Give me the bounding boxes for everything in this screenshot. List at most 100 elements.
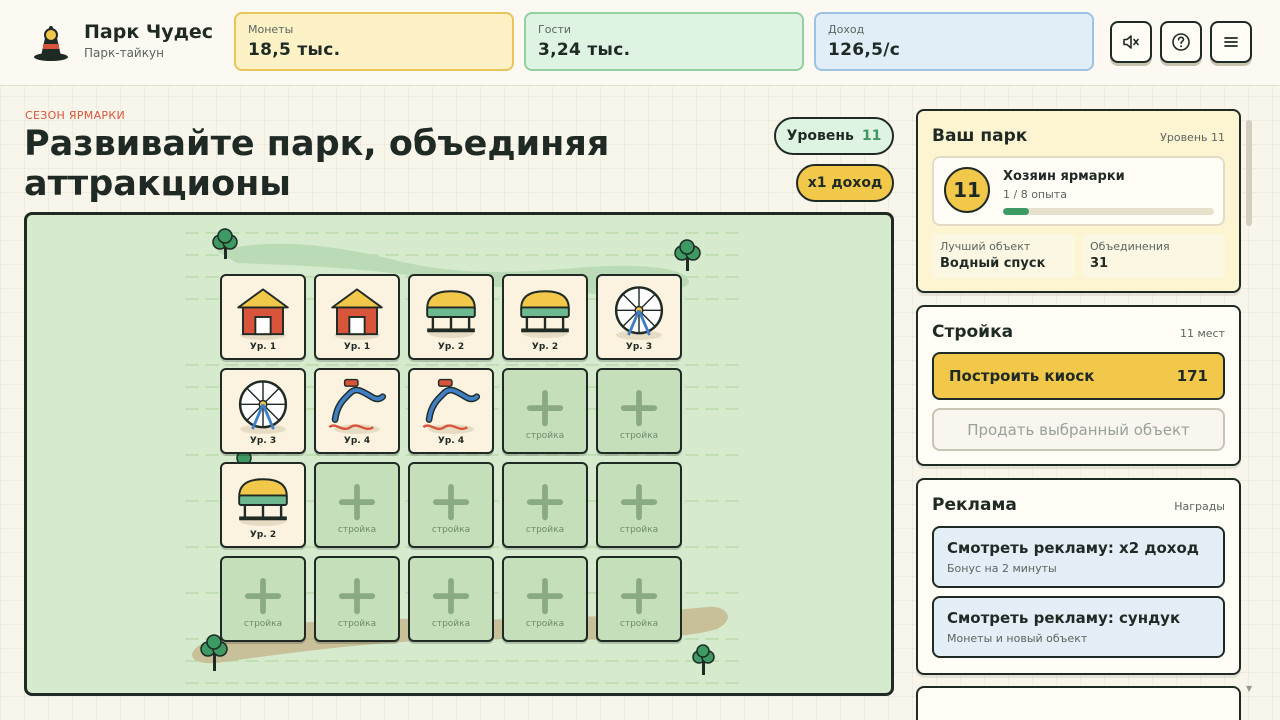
level-pill-label: Уровень — [786, 128, 854, 144]
menu-button[interactable] — [1210, 21, 1252, 63]
guests-label: Гости — [538, 23, 572, 36]
park-panel: Ваш парк Уровень 11 11 Хозяин ярмарки 1 … — [916, 109, 1241, 293]
best-object-label: Лучший объект — [940, 240, 1031, 253]
scroll-down-icon[interactable]: ▼ — [1246, 684, 1252, 693]
build-panel-title: Стройка — [932, 322, 1014, 342]
attraction-tile[interactable]: Ур. 4 — [408, 368, 494, 454]
tile-label: стройка — [525, 431, 565, 441]
ad-subtitle: Монеты и новый объект — [947, 632, 1088, 645]
attraction-tile[interactable]: Ур. 1 — [220, 274, 306, 360]
tile-label: стройка — [431, 619, 471, 629]
help-button[interactable] — [1160, 21, 1202, 63]
tile-label: стройка — [619, 619, 659, 629]
ads-panel-title: Реклама — [932, 495, 1017, 515]
tile-label: Ур. 4 — [437, 436, 465, 446]
empty-build-slot[interactable]: стройка — [408, 462, 494, 548]
guests-value: 3,24 тыс. — [538, 40, 631, 60]
watch-ad-income-button[interactable]: Смотреть рекламу: x2 доход Бонус на 2 ми… — [932, 526, 1225, 588]
app-subtitle: Парк-тайкун — [84, 46, 164, 60]
empty-build-slot[interactable]: стройка — [596, 462, 682, 548]
tile-label: стройка — [243, 619, 283, 629]
park-logo-icon — [34, 26, 68, 61]
empty-build-slot[interactable]: стройка — [314, 556, 400, 642]
income-value: 126,5/с — [828, 40, 901, 60]
app-title: Парк Чудес — [84, 21, 214, 43]
ads-panel: Реклама Награды Смотреть рекламу: x2 дох… — [916, 478, 1241, 675]
tile-label: Ур. 2 — [531, 342, 559, 352]
tile-label: Ур. 3 — [625, 342, 653, 352]
mute-button[interactable] — [1110, 21, 1152, 63]
mute-icon — [1123, 35, 1139, 49]
empty-build-slot[interactable]: стройка — [314, 462, 400, 548]
page-headline: Развивайте парк, объединяя аттракционы — [24, 124, 610, 204]
coins-stat: Монеты 18,5 тыс. — [234, 12, 514, 71]
owner-title: Хозяин ярмарки — [1003, 169, 1125, 184]
owner-card: 11 Хозяин ярмарки 1 / 8 опыта — [932, 156, 1225, 226]
build-kiosk-button[interactable]: Построить киоск 171 — [932, 352, 1225, 400]
income-multiplier-pill: x1 доход — [796, 164, 894, 202]
tree-icon — [674, 239, 701, 271]
attraction-tile[interactable]: Ур. 2 — [502, 274, 588, 360]
empty-build-slot[interactable]: стройка — [596, 368, 682, 454]
merges-value: 31 — [1090, 256, 1109, 271]
empty-build-slot[interactable]: стройка — [220, 556, 306, 642]
menu-icon — [1224, 37, 1238, 47]
build-kiosk-label: Построить киоск — [949, 367, 1095, 385]
tile-label: Ур. 2 — [249, 530, 277, 540]
watch-ad-chest-button[interactable]: Смотреть рекламу: сундук Монеты и новый … — [932, 596, 1225, 658]
guests-stat: Гости 3,24 тыс. — [524, 12, 804, 71]
coins-label: Монеты — [248, 23, 294, 36]
attraction-tile[interactable]: Ур. 1 — [314, 274, 400, 360]
help-icon — [1172, 33, 1190, 51]
merges-label: Объединения — [1090, 240, 1170, 253]
ad-subtitle: Бонус на 2 минуты — [947, 562, 1057, 575]
attraction-tile[interactable]: Ур. 3 — [220, 368, 306, 454]
experience-bar — [1003, 208, 1214, 215]
top-bar: Парк Чудес Парк-тайкун Монеты 18,5 тыс. … — [0, 0, 1280, 86]
park-level-text: Уровень 11 — [1160, 131, 1225, 144]
level-pill-value: 11 — [861, 128, 882, 144]
build-panel: Стройка 11 мест Построить киоск 171 Прод… — [916, 305, 1241, 466]
attraction-tile[interactable]: Ур. 2 — [408, 274, 494, 360]
tile-label: Ур. 2 — [437, 342, 465, 352]
income-stat: Доход 126,5/с — [814, 12, 1094, 71]
season-label: СЕЗОН ЯРМАРКИ — [25, 109, 125, 122]
build-places: 11 мест — [1179, 327, 1225, 340]
ads-rewards-label: Награды — [1174, 500, 1225, 513]
income-label: Доход — [828, 23, 865, 36]
best-object-value: Водный спуск — [940, 256, 1046, 271]
park-board: Ур. 1 Ур. 1 Ур. 2 Ур. 2 Ур. 3 Ур. 3 Ур. 4 Ур. 4… — [24, 212, 894, 696]
empty-build-slot[interactable]: стройка — [596, 556, 682, 642]
tile-label: Ур. 3 — [249, 436, 277, 446]
tile-label: стройка — [525, 525, 565, 535]
tile-label: стройка — [431, 525, 471, 535]
ad-title: Смотреть рекламу: сундук — [947, 609, 1181, 627]
empty-build-slot[interactable]: стройка — [502, 556, 588, 642]
coins-value: 18,5 тыс. — [248, 40, 341, 60]
tile-label: стройка — [619, 431, 659, 441]
attraction-tile[interactable]: Ур. 2 — [220, 462, 306, 548]
experience-bar-fill — [1003, 208, 1030, 215]
tile-label: стройка — [619, 525, 659, 535]
experience-text: 1 / 8 опыта — [1003, 188, 1067, 201]
best-object-card: Лучший объект Водный спуск — [932, 234, 1075, 278]
attraction-tile[interactable]: Ур. 4 — [314, 368, 400, 454]
build-kiosk-cost: 171 — [1176, 367, 1208, 385]
tree-icon — [692, 644, 715, 675]
level-pill: Уровень 11 — [774, 117, 894, 155]
sidebar-scrollbar[interactable] — [1246, 120, 1252, 686]
merges-card: Объединения 31 — [1082, 234, 1225, 278]
empty-build-slot[interactable]: стройка — [502, 462, 588, 548]
tile-label: Ур. 1 — [249, 342, 277, 352]
park-panel-title: Ваш парк — [932, 126, 1028, 146]
level-badge: 11 — [944, 167, 990, 213]
scrollbar-thumb[interactable] — [1246, 120, 1252, 226]
next-panel — [916, 686, 1241, 720]
empty-build-slot[interactable]: стройка — [502, 368, 588, 454]
sell-selected-button[interactable]: Продать выбранный объект — [932, 408, 1225, 451]
attraction-tile[interactable]: Ур. 3 — [596, 274, 682, 360]
tile-label: стройка — [337, 525, 377, 535]
empty-build-slot[interactable]: стройка — [408, 556, 494, 642]
tile-label: Ур. 1 — [343, 342, 371, 352]
tile-label: стройка — [525, 619, 565, 629]
